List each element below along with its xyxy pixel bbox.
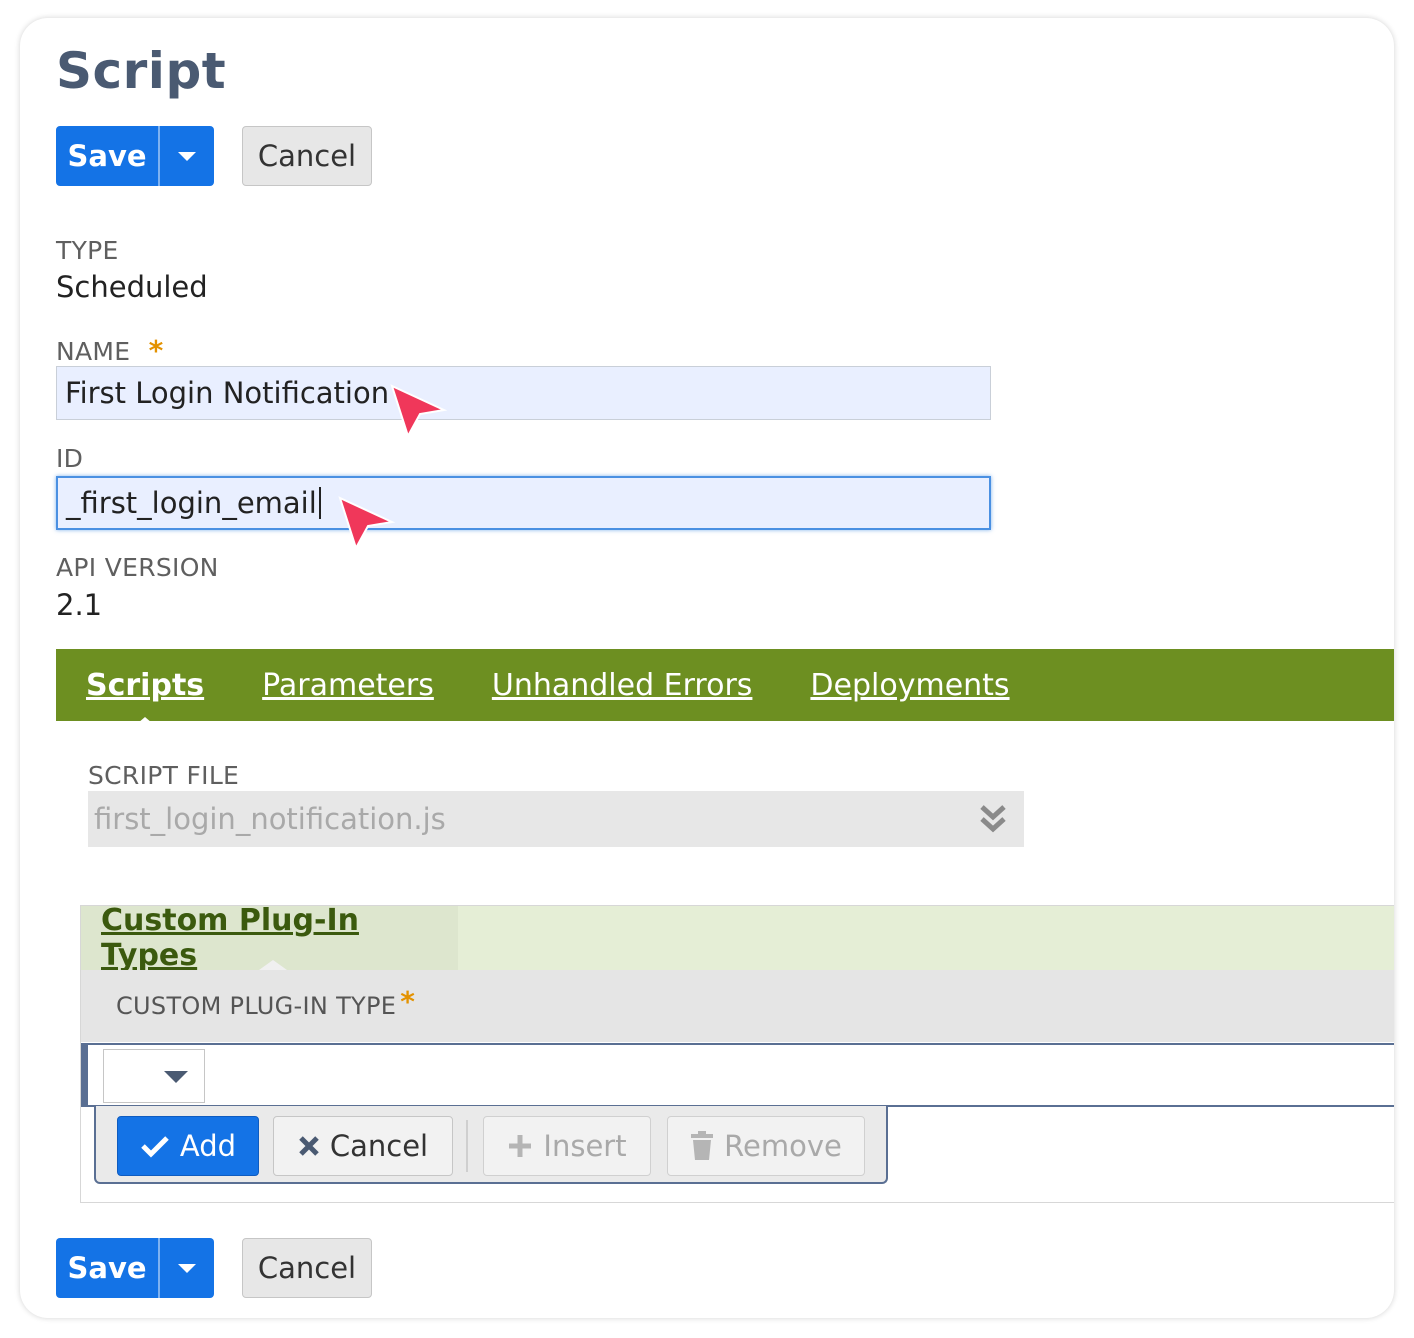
- id-input-value: _first_login_email: [66, 486, 317, 520]
- required-asterisk: *: [400, 984, 415, 1018]
- bottom-save-options-dropdown[interactable]: [160, 1238, 214, 1298]
- active-tab-indicator: [131, 716, 160, 729]
- sublist-toolbar: Add Cancel Insert Remove: [94, 1106, 888, 1184]
- tab-deployments[interactable]: Deployments: [810, 668, 1009, 703]
- bottom-save-button[interactable]: Save: [56, 1238, 160, 1298]
- custom-plugin-types-sublist: Custom Plug-In Types CUSTOM PLUG-IN TYPE…: [80, 903, 1394, 1203]
- row-cancel-button[interactable]: Cancel: [273, 1116, 453, 1176]
- column-header-plugin-type: CUSTOM PLUG-IN TYPE: [116, 992, 397, 1020]
- remove-button-label: Remove: [724, 1129, 842, 1163]
- api-version-value: 2.1: [56, 588, 103, 622]
- bottom-cancel-button[interactable]: Cancel: [242, 1238, 372, 1298]
- subtab-bar: Scripts Parameters Unhandled Errors Depl…: [56, 649, 1394, 729]
- text-caret: [318, 487, 321, 519]
- add-button-label: Add: [179, 1129, 237, 1163]
- add-button[interactable]: Add: [117, 1116, 259, 1176]
- api-version-label: API VERSION: [56, 553, 219, 582]
- tab-unhandled-errors[interactable]: Unhandled Errors: [492, 668, 753, 703]
- tab-scripts-label: Scripts: [86, 667, 205, 703]
- insert-button-label: Insert: [543, 1129, 627, 1163]
- pointer-cursor-icon: [338, 496, 396, 551]
- page-title: Script: [56, 42, 227, 100]
- trash-icon: [690, 1131, 714, 1161]
- tab-scripts[interactable]: Scripts: [86, 667, 205, 729]
- id-label: ID: [56, 444, 84, 473]
- save-options-dropdown[interactable]: [160, 126, 214, 186]
- x-icon: [298, 1135, 320, 1157]
- checkmark-icon: [140, 1134, 170, 1158]
- save-button[interactable]: Save: [56, 126, 160, 186]
- sublist-tab[interactable]: Custom Plug-In Types: [81, 903, 458, 973]
- pointer-cursor-icon: [390, 384, 448, 439]
- insert-button[interactable]: Insert: [483, 1116, 651, 1176]
- script-file-value: first_login_notification.js: [94, 802, 446, 836]
- required-asterisk: *: [148, 334, 164, 367]
- remove-button[interactable]: Remove: [667, 1116, 865, 1176]
- row-cancel-label: Cancel: [329, 1129, 429, 1163]
- bottom-save-split-button[interactable]: Save: [56, 1238, 214, 1298]
- plugin-type-select[interactable]: [103, 1049, 205, 1103]
- toolbar-divider: [466, 1120, 468, 1172]
- chevron-down-icon: [178, 151, 196, 161]
- name-label-text: NAME: [56, 337, 131, 366]
- sublist-header: Custom Plug-In Types: [81, 903, 1394, 973]
- chevron-down-icon: [178, 1263, 196, 1273]
- name-label: NAME *: [56, 334, 164, 367]
- name-input[interactable]: First Login Notification: [56, 366, 991, 420]
- tab-parameters[interactable]: Parameters: [262, 668, 434, 703]
- type-value: Scheduled: [56, 270, 208, 304]
- sublist-edit-row: [81, 1043, 1394, 1107]
- plus-icon: [507, 1133, 533, 1159]
- id-input[interactable]: _first_login_email: [56, 476, 991, 530]
- save-split-button[interactable]: Save: [56, 126, 214, 186]
- chevron-down-icon: [164, 1071, 188, 1083]
- script-file-select[interactable]: first_login_notification.js: [88, 791, 1024, 847]
- script-file-label: SCRIPT FILE: [88, 761, 240, 790]
- sublist-tab-indicator: [259, 960, 287, 970]
- double-chevron-down-icon: [980, 805, 1006, 833]
- cancel-button[interactable]: Cancel: [242, 126, 372, 186]
- script-form-card: Script Save Cancel TYPE Scheduled NAME *…: [20, 18, 1394, 1318]
- sublist-column-header: CUSTOM PLUG-IN TYPE *: [81, 970, 1394, 1042]
- type-label: TYPE: [56, 236, 119, 265]
- name-input-value: First Login Notification: [65, 376, 390, 410]
